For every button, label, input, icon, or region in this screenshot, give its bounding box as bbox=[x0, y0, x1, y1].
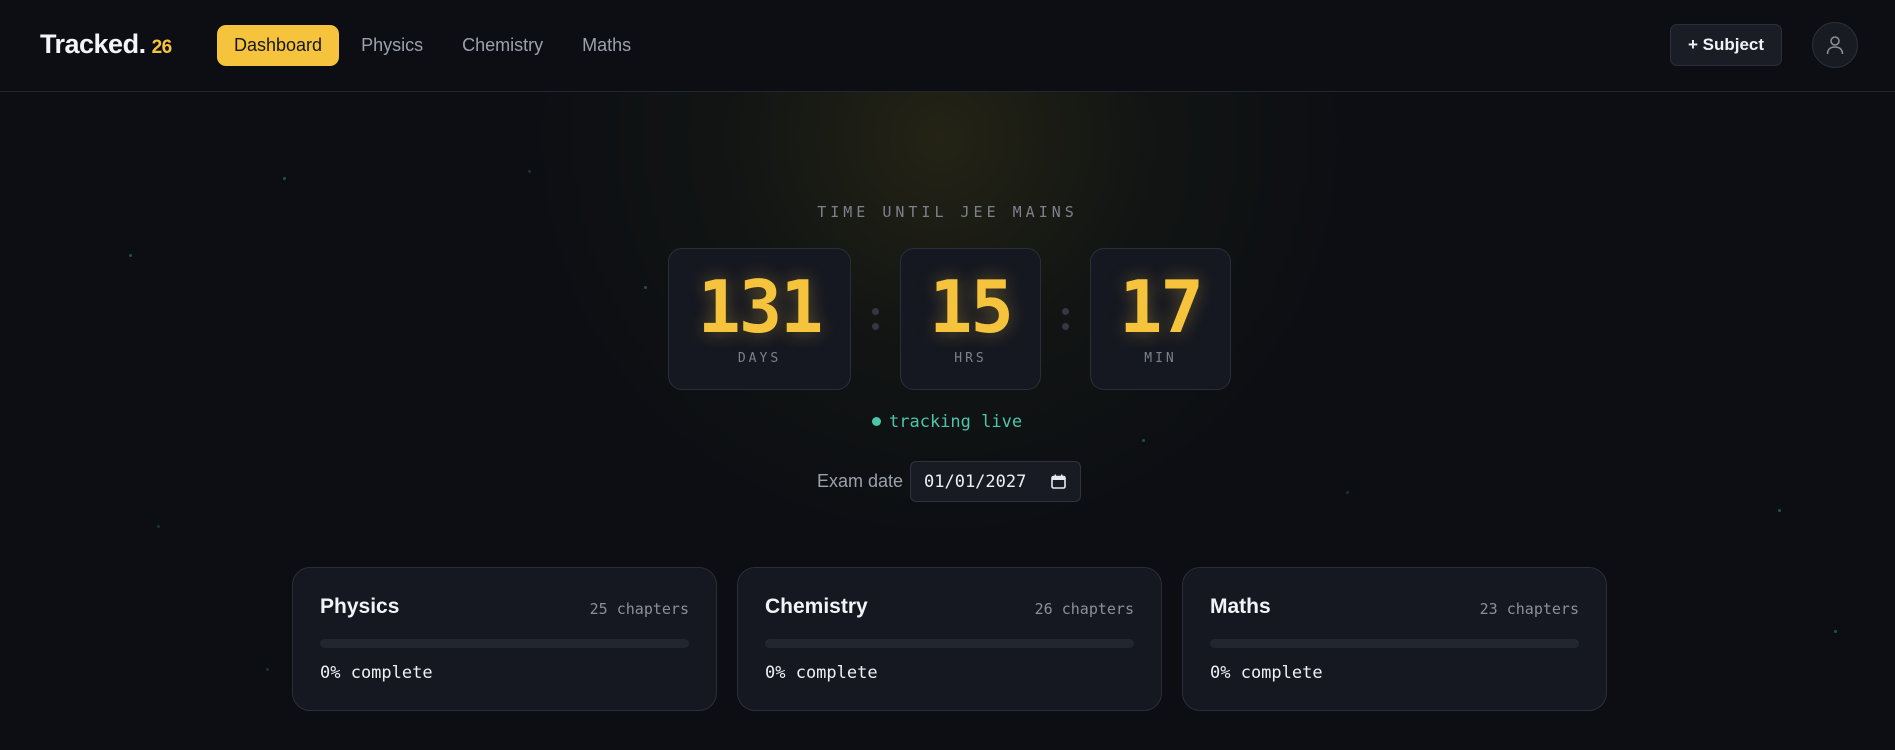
background-particle bbox=[129, 254, 132, 257]
progress-label: 0% complete bbox=[765, 663, 878, 683]
exam-date-value: 01/01/2027 bbox=[924, 472, 1027, 492]
subject-name: Physics bbox=[320, 595, 400, 618]
progress-bar bbox=[765, 639, 1134, 648]
chapter-count: 23 chapters bbox=[1479, 600, 1579, 618]
background-particle bbox=[283, 177, 286, 180]
countdown-days-unit: DAYS bbox=[737, 351, 782, 366]
brand-name: Tracked. bbox=[40, 29, 146, 59]
tab-chemistry[interactable]: Chemistry bbox=[445, 25, 560, 66]
background-particle bbox=[1778, 509, 1781, 512]
subject-card-chemistry[interactable]: Chemistry 26 chapters 0% complete bbox=[737, 567, 1162, 711]
countdown-hours-value: 15 bbox=[929, 265, 1014, 349]
progress-label: 0% complete bbox=[320, 663, 433, 683]
subject-name: Maths bbox=[1210, 595, 1271, 618]
subject-name: Chemistry bbox=[765, 595, 868, 618]
live-dot-icon bbox=[872, 417, 881, 426]
main-nav: Dashboard Physics Chemistry Maths bbox=[217, 25, 653, 66]
calendar-icon[interactable] bbox=[1051, 474, 1066, 489]
countdown-title: TIME UNTIL JEE MAINS bbox=[817, 203, 1078, 221]
subject-card-maths[interactable]: Maths 23 chapters 0% complete bbox=[1182, 567, 1607, 711]
exam-date-input[interactable]: 01/01/2027 bbox=[910, 461, 1081, 502]
user-icon bbox=[1826, 36, 1844, 55]
live-status: tracking live bbox=[872, 412, 1022, 432]
countdown-separator bbox=[872, 308, 879, 336]
countdown-minutes-value: 17 bbox=[1119, 265, 1204, 349]
countdown-minutes-box: 17 MIN bbox=[1090, 248, 1231, 390]
tab-physics[interactable]: Physics bbox=[344, 25, 440, 66]
countdown-separator bbox=[1062, 308, 1069, 336]
background-particle bbox=[1346, 491, 1349, 494]
chapter-count: 26 chapters bbox=[1034, 600, 1134, 618]
countdown-days-box: 131 DAYS bbox=[668, 248, 851, 390]
background-particle bbox=[528, 170, 531, 173]
top-navigation-bar: Tracked. 26 Dashboard Physics Chemistry M… bbox=[0, 0, 1895, 92]
progress-label: 0% complete bbox=[1210, 663, 1323, 683]
countdown-hours-unit: HRS bbox=[954, 351, 987, 366]
add-subject-button[interactable]: + Subject bbox=[1670, 24, 1782, 66]
progress-bar bbox=[1210, 639, 1579, 648]
background-particle bbox=[644, 286, 647, 289]
countdown-days-value: 131 bbox=[697, 265, 823, 349]
tab-dashboard[interactable]: Dashboard bbox=[217, 25, 340, 66]
background-particle bbox=[266, 668, 269, 671]
countdown-hours-box: 15 HRS bbox=[900, 248, 1041, 390]
avatar[interactable] bbox=[1812, 22, 1858, 68]
subject-card-physics[interactable]: Physics 25 chapters 0% complete bbox=[292, 567, 717, 711]
background-particle bbox=[1142, 439, 1145, 442]
brand-logo[interactable]: Tracked. 26 bbox=[40, 29, 172, 60]
countdown-minutes-unit: MIN bbox=[1144, 351, 1177, 366]
brand-year: 26 bbox=[151, 37, 173, 58]
exam-date-label: Exam date bbox=[817, 471, 904, 491]
live-status-text: tracking live bbox=[889, 412, 1023, 432]
background-particle bbox=[157, 525, 160, 528]
background-particle bbox=[1834, 630, 1837, 633]
tab-maths[interactable]: Maths bbox=[565, 25, 648, 66]
chapter-count: 25 chapters bbox=[589, 600, 689, 618]
progress-bar bbox=[320, 639, 689, 648]
